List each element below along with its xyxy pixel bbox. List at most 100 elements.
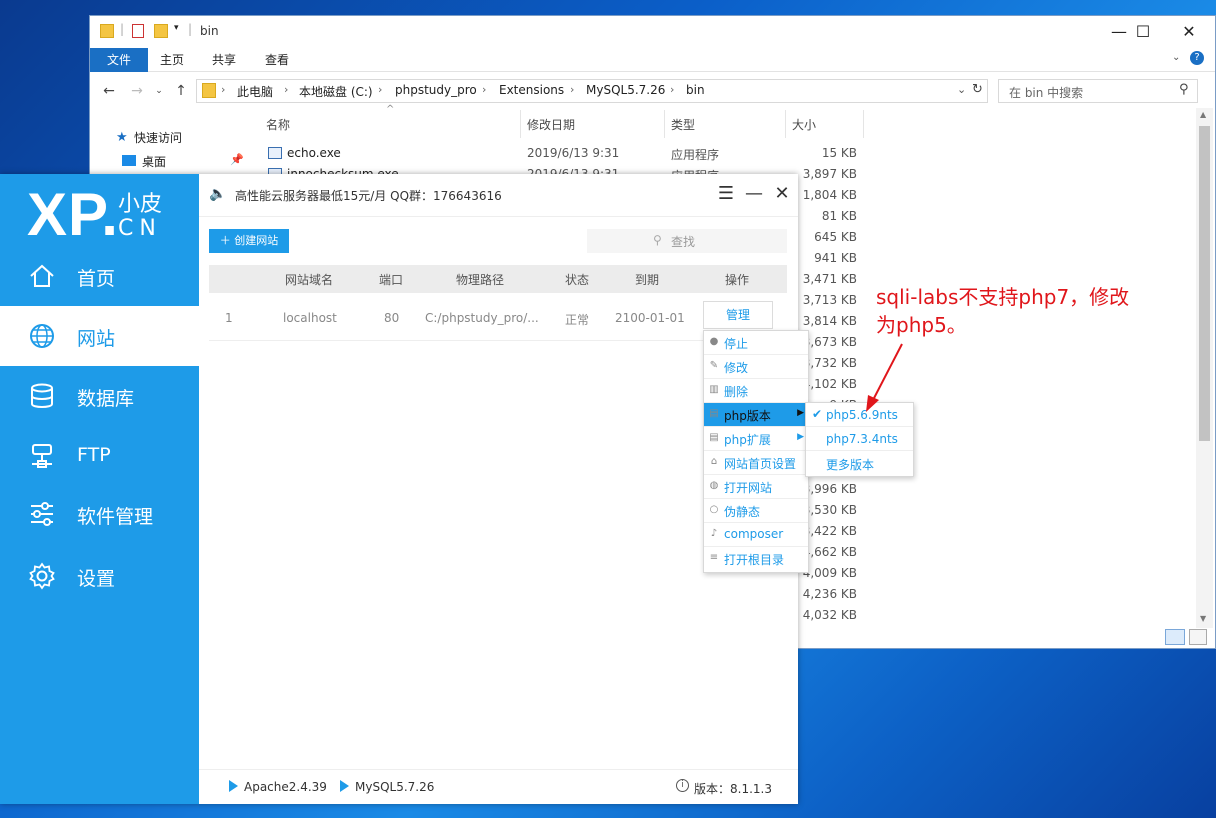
tab-view[interactable]: 查看	[265, 48, 289, 72]
tab-file[interactable]: 文件	[90, 48, 148, 72]
breadcrumb-drive-c[interactable]: 本地磁盘 (C:)	[299, 83, 373, 100]
sidebar-item-software[interactable]: 软件管理	[0, 484, 199, 544]
column-divider[interactable]	[520, 110, 521, 138]
search-icon[interactable]: ⚲	[1179, 82, 1189, 97]
breadcrumb-bin[interactable]: bin	[686, 83, 705, 97]
sidebar-item-label: 设置	[77, 568, 116, 590]
column-divider[interactable]	[863, 110, 864, 138]
create-website-button[interactable]: ＋ 创建网站	[209, 229, 289, 253]
sidebar-item-settings[interactable]: 设置	[0, 546, 199, 606]
tab-share[interactable]: 共享	[212, 48, 236, 72]
large-icons-view-icon[interactable]	[1189, 629, 1207, 645]
menu-item-rewrite[interactable]: ○ 伪静态	[704, 499, 808, 523]
expand-ribbon-icon[interactable]: ⌄	[1172, 52, 1180, 63]
apache-service[interactable]: Apache2.4.39	[229, 780, 327, 794]
menu-item-open-site[interactable]: ◍ 打开网站	[704, 475, 808, 499]
column-header-type[interactable]: 类型	[671, 116, 695, 133]
menu-item-open-root[interactable]: ≡ 打开根目录	[704, 547, 808, 571]
breadcrumb-this-pc[interactable]: 此电脑	[237, 83, 273, 100]
submenu-item-label: php7.3.4nts	[826, 432, 898, 446]
menu-item-label: 删除	[724, 385, 749, 399]
maximize-button[interactable]: ☐	[1120, 16, 1166, 48]
nav-quick-access[interactable]: 快速访问	[134, 129, 182, 146]
submenu-item-more-versions[interactable]: 更多版本	[806, 451, 913, 475]
table-header: 网站域名 端口 物理路径 状态 到期 操作	[209, 265, 787, 293]
file-size: 645 KB	[814, 230, 857, 244]
tab-home[interactable]: 主页	[160, 48, 184, 72]
notice-text[interactable]: 高性能云服务器最低15元/月 QQ群：176643616	[235, 187, 502, 204]
column-divider[interactable]	[785, 110, 786, 138]
pin-icon[interactable]: 📌	[230, 153, 244, 166]
sidebar-item-website[interactable]: 网站	[0, 306, 199, 366]
sidebar-item-home[interactable]: 首页	[0, 246, 199, 306]
sidebar: XP. 小皮 CN 首页 网站 数据库 FTP 软件管理 设置	[0, 174, 199, 804]
breadcrumb-mysql[interactable]: MySQL5.7.26	[586, 83, 665, 97]
new-folder-icon[interactable]	[154, 24, 168, 38]
file-size: 3,471 KB	[802, 272, 857, 286]
nav-desktop[interactable]: 桌面	[142, 153, 166, 170]
menu-icon[interactable]: ☰	[715, 183, 737, 205]
menu-item-php-extension[interactable]: ▤ php扩展 ▶	[704, 427, 808, 451]
column-divider[interactable]	[664, 110, 665, 138]
gear-icon	[29, 562, 55, 590]
menu-item-homepage-settings[interactable]: ⌂ 网站首页设置	[704, 451, 808, 475]
menu-item-composer[interactable]: ♪ composer	[704, 523, 808, 547]
column-header-name[interactable]: 名称	[266, 116, 290, 133]
ribbon-tabs: 文件 主页 共享 查看 ⌄ ?	[90, 48, 1215, 72]
scroll-up-icon[interactable]: ▲	[1200, 110, 1206, 119]
logo-cn-bottom: CN	[118, 216, 162, 241]
mysql-service[interactable]: MySQL5.7.26	[340, 780, 434, 794]
logo-cn-top: 小皮	[118, 192, 163, 217]
site-status: 正常	[565, 313, 590, 327]
site-expire: 2100-01-01	[615, 311, 685, 325]
sidebar-item-database[interactable]: 数据库	[0, 366, 199, 426]
file-name[interactable]: echo.exe	[287, 146, 341, 160]
submenu-item-label: 更多版本	[826, 458, 875, 472]
menu-item-delete[interactable]: ▥ 删除	[704, 379, 808, 403]
menu-item-edit[interactable]: ✎ 修改	[704, 355, 808, 379]
column-header-date[interactable]: 修改日期	[527, 116, 575, 133]
annotation-line-2: 为php5。	[876, 313, 967, 337]
address-dropdown-icon[interactable]: ⌄	[957, 83, 966, 96]
explorer-search-input[interactable]: 在 bin 中搜索 ⚲	[998, 79, 1198, 103]
header-expire: 到期	[635, 273, 660, 287]
breadcrumb-phpstudy[interactable]: phpstudy_pro	[395, 83, 477, 97]
logo-xp: XP.	[27, 181, 119, 248]
phpstudy-window: XP. 小皮 CN 首页 网站 数据库 FTP 软件管理 设置 🔈 高性能云服务…	[0, 174, 798, 804]
menu-item-label: php版本	[724, 409, 771, 423]
back-arrow-icon[interactable]: ←	[98, 80, 120, 102]
forward-arrow-icon[interactable]: →	[126, 80, 148, 102]
menu-item-php-version[interactable]: ▤ php版本 ▶	[704, 403, 808, 427]
submenu-item-php73[interactable]: php7.3.4nts	[806, 427, 913, 451]
extension-icon: ▤	[709, 432, 719, 443]
scroll-down-icon[interactable]: ▼	[1200, 614, 1206, 623]
properties-icon[interactable]	[132, 24, 144, 38]
sidebar-item-ftp[interactable]: FTP	[0, 426, 199, 486]
quick-access-dropdown-icon[interactable]: ▾	[174, 23, 179, 33]
scrollbar-thumb[interactable]	[1199, 126, 1210, 441]
minimize-button[interactable]: —	[743, 183, 765, 205]
recent-dropdown-icon[interactable]: ⌄	[148, 80, 170, 102]
address-bar[interactable]: › 此电脑 › 本地磁盘 (C:) › phpstudy_pro › Exten…	[196, 79, 988, 103]
menu-item-label: php扩展	[724, 433, 771, 447]
up-arrow-icon[interactable]: ↑	[170, 80, 192, 102]
manage-button[interactable]: 管理	[703, 301, 773, 329]
search-icon: ⚲	[653, 233, 662, 247]
close-button[interactable]: ✕	[771, 183, 793, 205]
header-status: 状态	[565, 273, 590, 287]
website-search-input[interactable]: ⚲ 查找	[587, 229, 787, 253]
database-icon	[31, 383, 53, 408]
search-placeholder: 在 bin 中搜索	[1009, 86, 1084, 100]
help-icon[interactable]: ?	[1190, 51, 1204, 65]
file-size: 941 KB	[814, 251, 857, 265]
close-button[interactable]: ✕	[1166, 16, 1212, 48]
column-header-size[interactable]: 大小	[792, 116, 816, 133]
breadcrumb-extensions[interactable]: Extensions	[499, 83, 564, 97]
refresh-icon[interactable]: ↻	[972, 82, 983, 97]
vertical-scrollbar[interactable]: ▲ ▼	[1196, 108, 1213, 628]
top-bar: 🔈 高性能云服务器最低15元/月 QQ群：176643616 ☰ — ✕	[199, 174, 798, 217]
table-row[interactable]: 1 localhost 80 C:/phpstudy_pro/... 正常 21…	[209, 293, 787, 341]
sidebar-item-label: 首页	[77, 268, 116, 290]
menu-item-stop[interactable]: ● 停止	[704, 331, 808, 355]
details-view-icon[interactable]	[1165, 629, 1185, 645]
